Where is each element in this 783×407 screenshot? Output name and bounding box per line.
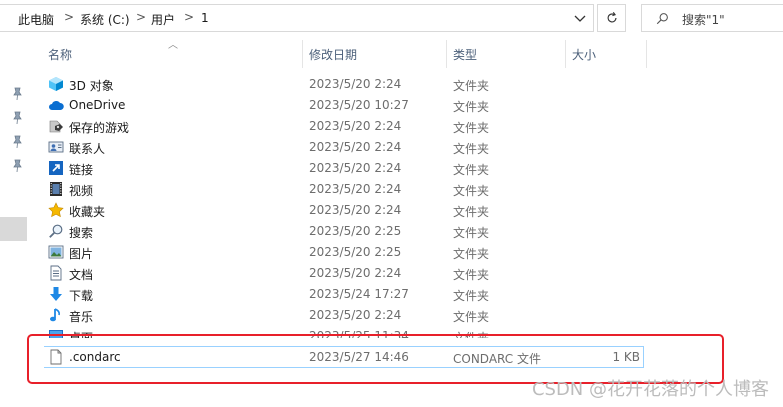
file-name: 文档 <box>69 268 94 282</box>
file-row-music[interactable]: 音乐 2023/5/20 2:24 文件夹 <box>44 305 644 326</box>
file-name: 视频 <box>69 184 94 198</box>
links-icon <box>49 161 63 175</box>
file-date: 2023/5/20 2:24 <box>309 266 402 280</box>
sort-ascending-icon: ︿ <box>168 40 178 51</box>
breadcrumb-users[interactable]: 用户 <box>151 11 175 28</box>
file-row-pictures[interactable]: 图片 2023/5/20 2:25 文件夹 <box>44 242 644 263</box>
watermark: CSDN @花开花落的个人博客 <box>531 379 769 400</box>
videos-icon <box>50 182 62 196</box>
column-divider[interactable] <box>565 40 566 68</box>
refresh-icon <box>607 11 617 23</box>
file-row-downloads[interactable]: 下载 2023/5/24 17:27 文件夹 <box>44 284 644 305</box>
file-name: 图片 <box>69 247 94 261</box>
pin-icon[interactable] <box>11 87 23 101</box>
3d-objects-icon <box>49 77 63 91</box>
file-row-saved-games[interactable]: 保存的游戏 2023/5/20 2:24 文件夹 <box>44 116 644 137</box>
breadcrumb-separator[interactable]: > <box>136 10 146 24</box>
breadcrumb-separator[interactable]: > <box>184 10 194 24</box>
column-name-header[interactable]: 名称 <box>48 46 72 63</box>
search-icon <box>656 13 668 25</box>
search-input[interactable]: 搜索"1" <box>682 11 725 28</box>
file-type: 文件夹 <box>453 226 490 240</box>
file-name: 链接 <box>69 163 94 177</box>
column-header: ︿ 名称 修改日期 类型 大小 <box>40 40 783 68</box>
file-type: 文件夹 <box>453 121 490 135</box>
file-type: 文件夹 <box>453 142 490 156</box>
address-bar[interactable]: 此电脑 > 系统 (C:) > 用户 > 1 <box>0 4 594 32</box>
file-name: 搜索 <box>69 226 94 240</box>
file-type: 文件夹 <box>453 268 490 282</box>
breadcrumb-c-drive[interactable]: 系统 (C:) <box>80 11 130 28</box>
file-type: 文件夹 <box>453 205 490 219</box>
column-divider[interactable] <box>446 40 447 68</box>
file-date: 2023/5/20 2:24 <box>309 140 402 154</box>
file-date: 2023/5/20 2:24 <box>309 161 402 175</box>
documents-icon <box>50 265 62 281</box>
file-row-contacts[interactable]: 联系人 2023/5/20 2:24 文件夹 <box>44 137 644 158</box>
address-toolbar: 此电脑 > 系统 (C:) > 用户 > 1 搜索"1" <box>0 0 783 36</box>
chevron-down-icon[interactable] <box>572 10 588 26</box>
pictures-icon <box>48 245 64 259</box>
file-date: 2023/5/20 2:24 <box>309 119 402 133</box>
file-name: OneDrive <box>69 98 126 112</box>
file-date: 2023/5/20 2:24 <box>309 77 402 91</box>
file-name: 下载 <box>69 289 94 303</box>
file-date: 2023/5/20 2:25 <box>309 245 402 259</box>
breadcrumb-separator[interactable]: > <box>64 10 74 24</box>
favorites-star-icon <box>48 202 64 218</box>
searches-icon <box>49 224 63 238</box>
breadcrumb-current-folder[interactable]: 1 <box>201 11 209 25</box>
pin-icon[interactable] <box>11 159 23 173</box>
saved-games-icon <box>49 120 63 133</box>
file-row-3d-objects[interactable]: 3D 对象 2023/5/20 2:24 文件夹 <box>44 74 644 95</box>
onedrive-cloud-icon <box>49 100 64 110</box>
file-name: 收藏夹 <box>69 205 106 219</box>
file-date: 2023/5/20 2:24 <box>309 308 402 322</box>
column-divider[interactable] <box>302 40 303 68</box>
pin-icon[interactable] <box>11 135 23 149</box>
file-date: 2023/5/20 2:24 <box>309 182 402 196</box>
downloads-arrow-icon <box>50 287 62 301</box>
file-row-videos[interactable]: 视频 2023/5/20 2:24 文件夹 <box>44 179 644 200</box>
column-modified-header[interactable]: 修改日期 <box>309 46 357 63</box>
file-name: 3D 对象 <box>69 79 114 93</box>
file-date: 2023/5/20 2:24 <box>309 203 402 217</box>
search-box[interactable]: 搜索"1" <box>641 4 783 32</box>
contacts-icon <box>48 141 64 153</box>
breadcrumb-this-pc[interactable]: 此电脑 <box>18 11 54 28</box>
file-row-documents[interactable]: 文档 2023/5/20 2:24 文件夹 <box>44 263 644 284</box>
file-row-links[interactable]: 链接 2023/5/20 2:24 文件夹 <box>44 158 644 179</box>
file-date: 2023/5/20 2:25 <box>309 224 402 238</box>
nav-pane-selected-item[interactable] <box>0 217 27 241</box>
column-type-header[interactable]: 类型 <box>453 46 477 63</box>
file-date: 2023/5/20 10:27 <box>309 98 409 112</box>
file-row-searches[interactable]: 搜索 2023/5/20 2:25 文件夹 <box>44 221 644 242</box>
refresh-button[interactable] <box>597 4 626 32</box>
file-date: 2023/5/24 17:27 <box>309 287 409 301</box>
column-size-header[interactable]: 大小 <box>572 46 596 63</box>
file-type: 文件夹 <box>453 100 490 114</box>
column-divider[interactable] <box>646 40 647 68</box>
file-row-onedrive[interactable]: OneDrive 2023/5/20 10:27 文件夹 <box>44 95 644 116</box>
file-type: 文件夹 <box>453 79 490 93</box>
file-name: 音乐 <box>69 310 94 324</box>
file-name: 保存的游戏 <box>69 121 130 135</box>
pin-icon[interactable] <box>11 111 23 125</box>
file-name: 联系人 <box>69 142 106 156</box>
file-type: 文件夹 <box>453 163 490 177</box>
file-type: 文件夹 <box>453 289 490 303</box>
file-type: 文件夹 <box>453 184 490 198</box>
music-note-icon <box>50 308 60 322</box>
file-type: 文件夹 <box>453 310 490 324</box>
file-type: 文件夹 <box>453 247 490 261</box>
file-row-favorites[interactable]: 收藏夹 2023/5/20 2:24 文件夹 <box>44 200 644 221</box>
